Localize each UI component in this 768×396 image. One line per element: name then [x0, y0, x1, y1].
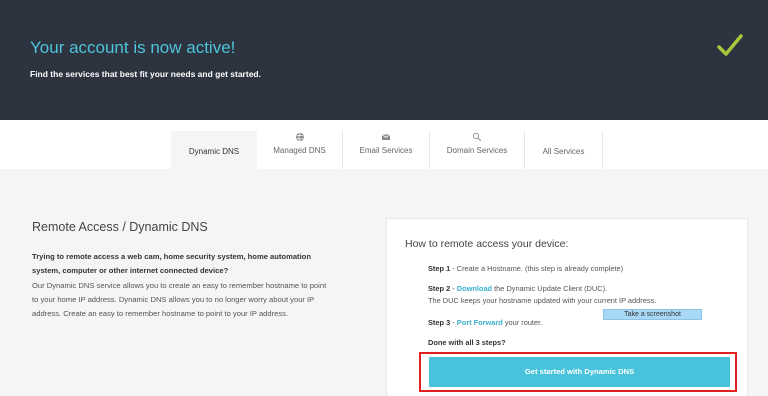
tab-email-services[interactable]: Email Services: [343, 131, 430, 169]
hero-subtitle: Find the services that best fit your nee…: [30, 69, 261, 79]
tab-all-services[interactable]: All Services: [525, 131, 603, 169]
step-label: Step 1: [428, 264, 451, 273]
hero-banner: Your account is now active! Find the ser…: [0, 0, 768, 120]
section-description: Our Dynamic DNS service allows you to cr…: [32, 281, 327, 318]
checkmark-icon: [717, 34, 743, 56]
get-started-button[interactable]: Get started with Dynamic DNS: [429, 357, 730, 387]
screenshot-tooltip: Take a screenshot: [603, 309, 702, 320]
service-tabs: Dynamic DNS Managed DNS Email Services D…: [0, 120, 768, 169]
download-link[interactable]: Download: [457, 284, 492, 293]
tab-label: All Services: [542, 147, 585, 156]
tab-label: Managed DNS: [273, 146, 326, 155]
envelope-icon: [381, 134, 391, 140]
step-1: Step 1 - Create a Hostname. (this step i…: [428, 263, 623, 274]
step-2: Step 2 - Download the Dynamic Update Cli…: [428, 284, 608, 293]
tab-label: Dynamic DNS: [188, 147, 240, 156]
step-text: the Dynamic Update Client (DUC).: [492, 284, 608, 293]
step-3: Step 3 - Port Forward your router.: [428, 318, 543, 327]
tab-dynamic-dns[interactable]: Dynamic DNS: [171, 131, 257, 169]
globe-icon: [295, 132, 304, 142]
section-question: Trying to remote access a web cam, home …: [32, 252, 311, 275]
hero-title: Your account is now active!: [30, 38, 236, 57]
tab-label: Domain Services: [446, 146, 508, 155]
port-forward-link[interactable]: Port Forward: [457, 318, 503, 327]
step-text: - Create a Hostname. (this step is alrea…: [450, 264, 624, 273]
tab-label: Email Services: [359, 146, 413, 155]
step-label: Step 3: [428, 318, 451, 327]
step-label: Step 2: [428, 284, 451, 293]
tab-managed-dns[interactable]: Managed DNS: [257, 131, 343, 169]
tab-domain-services[interactable]: Domain Services: [430, 131, 525, 169]
card-title: How to remote access your device:: [405, 238, 569, 250]
section-title: Remote Access / Dynamic DNS: [32, 220, 208, 234]
magnifier-icon: [472, 132, 482, 142]
step-text: your router.: [502, 318, 543, 327]
step-2-detail: The DUC keeps your hostname updated with…: [428, 296, 657, 305]
done-prompt: Done with all 3 steps?: [428, 338, 506, 347]
